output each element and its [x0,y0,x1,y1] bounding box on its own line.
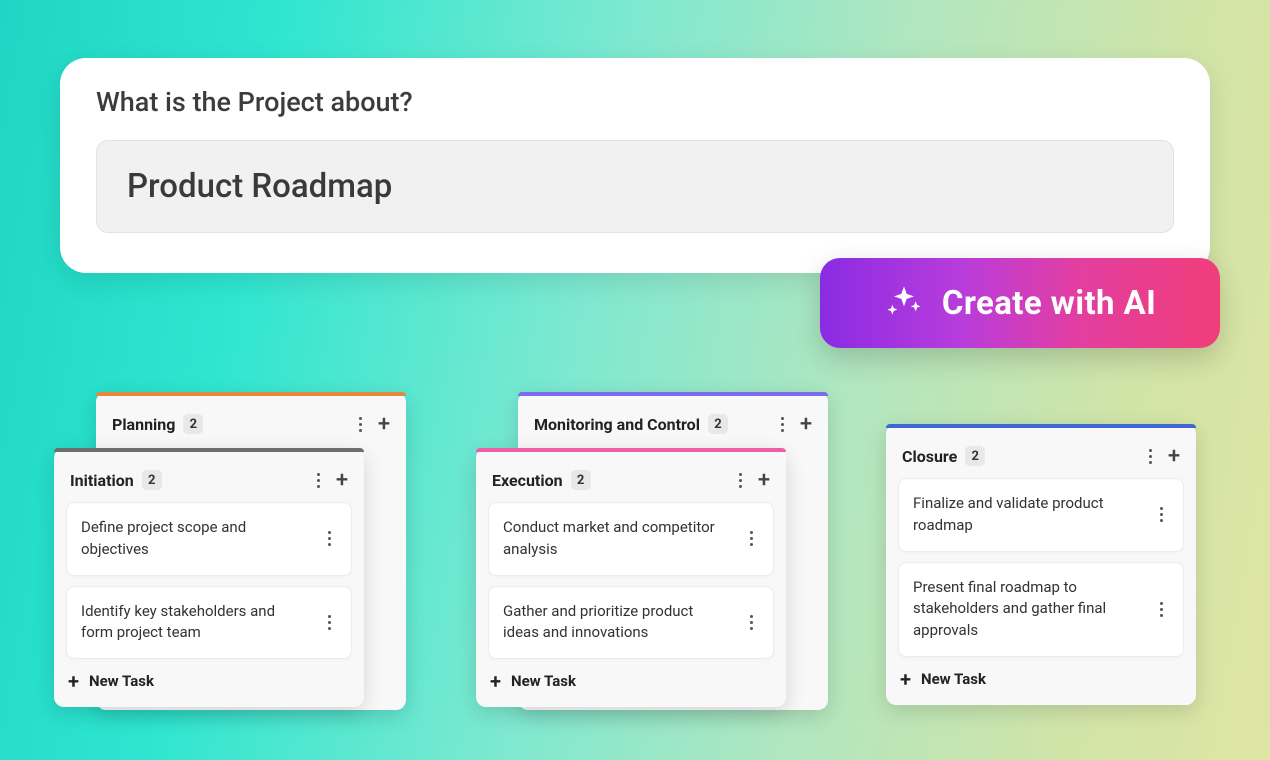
task-title: Present final roadmap to stakeholders an… [913,577,1141,642]
task-card[interactable]: Define project scope and objectives [66,502,352,576]
new-task-label: New Task [921,670,986,688]
kebab-icon [317,615,341,630]
project-prompt-label: What is the Project about? [96,86,1174,118]
kebab-icon [1149,507,1173,522]
column-add-button[interactable]: + [1162,444,1186,468]
column-add-button[interactable]: + [752,468,776,492]
kanban-column-closure: Closure 2 + Finalize and validate produc… [886,424,1196,705]
column-count-badge: 2 [571,470,591,490]
task-card[interactable]: Gather and prioritize product ideas and … [488,586,774,660]
plus-icon: + [900,667,911,691]
new-task-button[interactable]: + New Task [490,669,772,693]
project-prompt-card: What is the Project about? Product Roadm… [60,58,1210,273]
project-name-input[interactable]: Product Roadmap [96,140,1174,233]
create-with-ai-label: Create with AI [942,284,1156,323]
kanban-column-execution: Execution 2 + Conduct market and competi… [476,448,786,707]
column-title: Initiation [70,471,134,490]
task-title: Identify key stakeholders and form proje… [81,601,309,645]
task-title: Finalize and validate product roadmap [913,493,1141,537]
column-accent [54,448,364,452]
task-title: Conduct market and competitor analysis [503,517,731,561]
create-with-ai-button[interactable]: Create with AI [820,258,1220,348]
column-count-badge: 2 [708,414,728,434]
column-menu-button[interactable] [770,412,794,436]
task-menu-button[interactable] [317,610,341,634]
column-menu-button[interactable] [348,412,372,436]
task-card[interactable]: Finalize and validate product roadmap [898,478,1184,552]
kebab-icon [770,417,794,432]
task-card[interactable]: Identify key stakeholders and form proje… [66,586,352,660]
column-count-badge: 2 [142,470,162,490]
column-title: Execution [492,471,563,490]
task-title: Define project scope and objectives [81,517,309,561]
column-accent [886,424,1196,428]
plus-icon: + [490,669,501,693]
task-menu-button[interactable] [739,527,763,551]
column-count-badge: 2 [965,446,985,466]
task-title: Gather and prioritize product ideas and … [503,601,731,645]
kebab-icon [1149,602,1173,617]
new-task-button[interactable]: + New Task [900,667,1182,691]
kanban-column-initiation: Initiation 2 + Define project scope and … [54,448,364,707]
kebab-icon [739,531,763,546]
column-add-button[interactable]: + [330,468,354,492]
plus-icon: + [68,669,79,693]
column-accent [476,448,786,452]
task-card[interactable]: Conduct market and competitor analysis [488,502,774,576]
kebab-icon [1138,449,1162,464]
column-title: Closure [902,447,957,466]
column-count-badge: 2 [183,414,203,434]
task-menu-button[interactable] [1149,597,1173,621]
column-title: Monitoring and Control [534,415,700,434]
task-menu-button[interactable] [739,610,763,634]
column-title: Planning [112,415,175,434]
column-add-button[interactable]: + [372,412,396,436]
new-task-label: New Task [89,672,154,690]
task-card[interactable]: Present final roadmap to stakeholders an… [898,562,1184,657]
column-add-button[interactable]: + [794,412,818,436]
kebab-icon [306,473,330,488]
column-menu-button[interactable] [306,468,330,492]
task-menu-button[interactable] [1149,503,1173,527]
new-task-label: New Task [511,672,576,690]
column-accent [518,392,828,396]
task-menu-button[interactable] [317,527,341,551]
kebab-icon [728,473,752,488]
kebab-icon [739,615,763,630]
kebab-icon [348,417,372,432]
new-task-button[interactable]: + New Task [68,669,350,693]
column-menu-button[interactable] [728,468,752,492]
sparkle-icon [884,283,924,323]
kebab-icon [317,531,341,546]
column-menu-button[interactable] [1138,444,1162,468]
column-accent [96,392,406,396]
